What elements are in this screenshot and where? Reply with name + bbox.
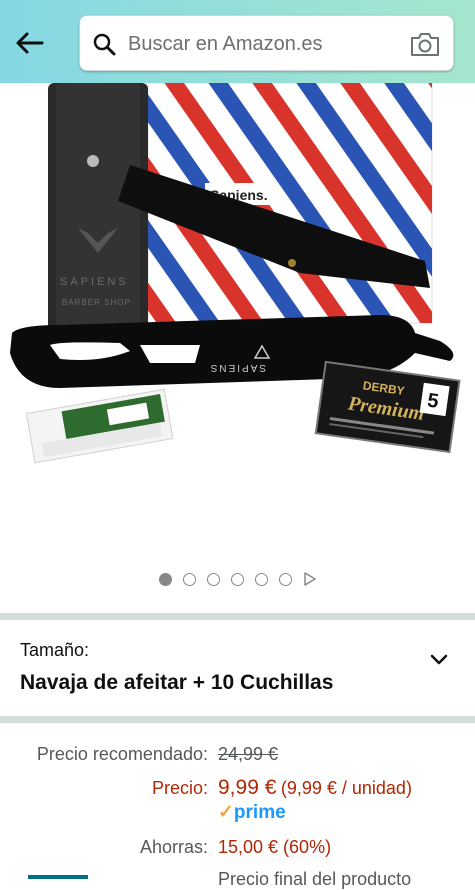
carousel-dot[interactable] <box>278 572 292 586</box>
case-brand-text: SAPIENS <box>60 276 129 288</box>
app-header <box>0 0 475 83</box>
product-image[interactable]: Sapiens. SAPIENS BARBER SHOP SAPIENS DER… <box>0 83 475 563</box>
price-amount: 9,99 € <box>218 776 277 799</box>
carousel-dot[interactable] <box>254 572 268 586</box>
product-photo: Sapiens. SAPIENS BARBER SHOP SAPIENS DER… <box>10 83 461 464</box>
unit-price: (9,99 € / unidad) <box>280 778 412 798</box>
size-value: Navaja de afeitar + 10 Cuchillas <box>20 671 334 694</box>
chevron-down-icon[interactable] <box>429 653 449 667</box>
search-input[interactable] <box>128 26 398 62</box>
carousel-dot[interactable] <box>158 572 172 586</box>
prime-badge: ✓prime <box>218 801 286 824</box>
price-label: Precio: <box>151 778 208 798</box>
section-divider <box>0 613 475 620</box>
final-price-note: Precio final del producto <box>218 869 412 889</box>
size-selector[interactable]: Tamaño: Navaja de afeitar + 10 Cuchillas <box>0 620 475 716</box>
case-subbrand-text: BARBER SHOP <box>62 298 131 307</box>
prime-label: prime <box>233 802 286 823</box>
list-price: 24,99 € <box>218 744 279 764</box>
search-icon <box>93 33 116 56</box>
price-value: 9,99 € (9,99 € / unidad) <box>218 776 412 800</box>
savings-label: Ahorras: <box>139 837 208 857</box>
search-bar[interactable] <box>79 15 454 71</box>
list-price-label: Precio recomendado: <box>36 744 208 764</box>
price-block: Precio recomendado: 24,99 € Precio: 9,99… <box>0 723 475 889</box>
section-divider <box>0 716 475 723</box>
carousel-indicators <box>0 570 475 588</box>
savings-value: 15,00 € (60%) <box>218 837 332 857</box>
camera-icon[interactable] <box>409 30 441 58</box>
arrow-left-icon <box>16 32 44 54</box>
carousel-dot[interactable] <box>206 572 220 586</box>
prime-check-icon: ✓ <box>218 802 234 823</box>
size-label: Tamaño: <box>20 640 90 660</box>
play-video-icon[interactable] <box>303 572 317 586</box>
back-button[interactable] <box>12 26 46 60</box>
bottom-accent-bar <box>28 875 88 879</box>
carousel-dot[interactable] <box>230 572 244 586</box>
carousel-dot[interactable] <box>182 572 196 586</box>
razor-brand-text: SAPIENS <box>209 362 266 373</box>
